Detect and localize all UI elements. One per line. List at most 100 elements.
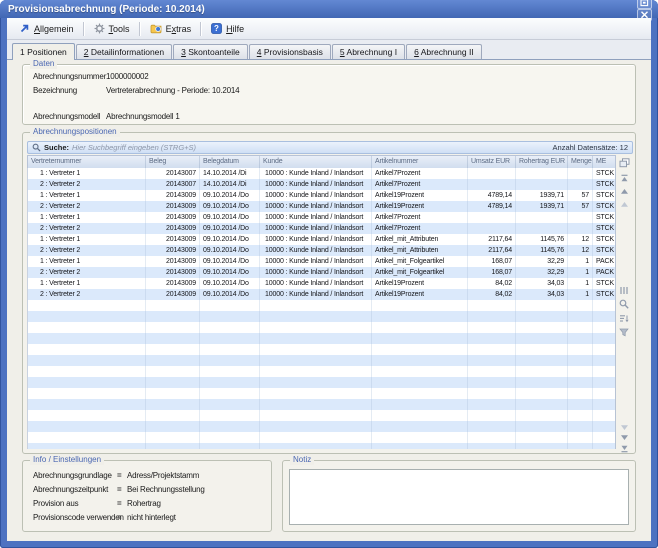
menu-item-label: Hilfe: [226, 24, 244, 34]
notiz-group: Notiz: [282, 460, 636, 532]
menu-item-extras[interactable]: Extras: [143, 21, 199, 36]
record-count-value: 12: [620, 143, 628, 152]
table-row[interactable]: 2 : Vertreter 22014300909.10.2014 /Do100…: [28, 267, 615, 278]
tab-detailinformationen[interactable]: 2 Detailinformationen: [76, 44, 172, 59]
table-empty-row: [28, 355, 615, 366]
equals-separator: =: [117, 513, 121, 522]
abrechnungsgrundlage-label: Abrechnungsgrundlage: [33, 471, 112, 480]
arrow-up-right-icon: [19, 23, 30, 34]
restore-icon: [640, 0, 649, 7]
scroll-last-icon[interactable]: [618, 442, 630, 454]
table-empty-row: [28, 366, 615, 377]
scroll-first-icon[interactable]: [618, 172, 630, 184]
column-chooser-icon[interactable]: [618, 157, 630, 169]
table-row[interactable]: 2 : Vertreter 22014300909.10.2014 /Do100…: [28, 223, 615, 234]
toolbar-separator: [139, 22, 141, 36]
table-empty-row: [28, 432, 615, 443]
abrechnungspositionen-group: Abrechnungspositionen Suche: Anzahl Date…: [22, 132, 636, 454]
tab-positionen[interactable]: 1 Positionen: [12, 43, 75, 60]
table-row[interactable]: 2 : Vertreter 22014300909.10.2014 /Do100…: [28, 289, 615, 300]
info-group-title: Info / Einstellungen: [30, 455, 104, 465]
table-empty-row: [28, 421, 615, 432]
tab-provisionsbasis[interactable]: 4 Provisionsbasis: [249, 44, 331, 59]
window-title: Provisionsabrechnung (Periode: 10.2014): [8, 4, 634, 15]
search-bar: Suche: Anzahl Datensätze: 12: [27, 141, 633, 154]
table-empty-row: [28, 443, 615, 449]
equals-separator: =: [117, 499, 121, 508]
tab-content-panel: Daten Abrechnungsnummer1000000002 Bezeich…: [7, 59, 651, 541]
toolbar-separator: [200, 22, 202, 36]
tab-skontoanteile[interactable]: 3 Skontoanteile: [173, 44, 248, 59]
toolbar: Allgemein Tools Extras? Hilfe: [7, 18, 651, 40]
table-row[interactable]: 1 : Vertreter 12014300909.10.2014 /Do100…: [28, 212, 615, 223]
table-empty-row: [28, 333, 615, 344]
notiz-group-title: Notiz: [290, 455, 314, 465]
tab-strip: 1 Positionen2 Detailinformationen3 Skont…: [7, 40, 651, 59]
menu-item-tools[interactable]: Tools: [87, 21, 137, 36]
restore-button[interactable]: [637, 0, 652, 9]
table-empty-row: [28, 300, 615, 311]
abrechnungsmodell-label: Abrechnungsmodell: [33, 112, 100, 121]
abrechnungszeitpunkt-label: Abrechnungszeitpunkt: [33, 485, 108, 494]
table-side-toolbar: [617, 155, 632, 453]
table-row[interactable]: 2 : Vertreter 22014300909.10.2014 /Do100…: [28, 201, 615, 212]
filter-icon[interactable]: [618, 326, 630, 338]
equals-separator: =: [117, 471, 121, 480]
bezeichnung-value: Vertreterabrechnung - Periode: 10.2014: [106, 86, 239, 95]
table-empty-row: [28, 377, 615, 388]
help-icon: ?: [211, 23, 222, 34]
abrechnungspositionen-group-title: Abrechnungspositionen: [30, 127, 120, 137]
abrechnungsnummer-label: Abrechnungsnummer: [33, 72, 106, 81]
abrechnungsgrundlage-value: Adress/Projektstamm: [127, 471, 199, 480]
tab-abrechnung-2[interactable]: 6 Abrechnung II: [406, 44, 482, 59]
search-icon: [32, 143, 41, 152]
toolbar-separator: [83, 22, 85, 36]
menu-item-label: Extras: [166, 24, 192, 34]
menu-item-label: Tools: [109, 24, 130, 34]
folder-ball-icon: [150, 23, 162, 34]
table-row[interactable]: 1 : Vertreter 12014300909.10.2014 /Do100…: [28, 190, 615, 201]
abrechnungsmodell-value: Abrechnungsmodell 1: [106, 112, 180, 121]
daten-group: Daten Abrechnungsnummer1000000002Bezeich…: [22, 64, 636, 125]
provisionscode-verwenden-value: nicht hinterlegt: [127, 513, 176, 522]
window-frame: Provisionsabrechnung (Periode: 10.2014) …: [0, 0, 658, 548]
table-row[interactable]: 1 : Vertreter 12014300909.10.2014 /Do100…: [28, 256, 615, 267]
table-row[interactable]: 2 : Vertreter 22014300714.10.2014 /Di100…: [28, 179, 615, 190]
equals-separator: =: [117, 485, 121, 494]
application-window: Provisionsabrechnung (Periode: 10.2014) …: [0, 0, 658, 548]
provision-aus-label: Provision aus: [33, 499, 78, 508]
table-empty-row: [28, 388, 615, 399]
record-count: Anzahl Datensätze: 12: [553, 143, 628, 152]
sort-icon[interactable]: [618, 312, 630, 324]
gear-icon: [94, 23, 105, 34]
table-row[interactable]: 1 : Vertreter 12014300714.10.2014 /Di100…: [28, 168, 615, 179]
column-grid-icon[interactable]: [618, 284, 630, 296]
record-count-label: Anzahl Datensätze:: [553, 143, 618, 152]
table-row[interactable]: 1 : Vertreter 12014300909.10.2014 /Do100…: [28, 278, 615, 289]
provisionscode-verwenden-label: Provisionscode verwenden: [33, 513, 124, 522]
provision-aus-value: Rohertrag: [127, 499, 161, 508]
search-label: Suche:: [44, 143, 69, 152]
table-empty-row: [28, 344, 615, 355]
table-row[interactable]: 1 : Vertreter 12014300909.10.2014 /Do100…: [28, 234, 615, 245]
table-empty-row: [28, 410, 615, 421]
search-input[interactable]: [72, 143, 550, 153]
info-einstellungen-group: Info / Einstellungen Abrechnungsgrundlag…: [22, 460, 272, 532]
titlebar[interactable]: Provisionsabrechnung (Periode: 10.2014): [0, 0, 658, 18]
bezeichnung-label: Bezeichnung: [33, 86, 77, 95]
daten-group-title: Daten: [30, 59, 57, 69]
menu-item-hilfe[interactable]: ? Hilfe: [204, 21, 251, 36]
table-empty-row: [28, 322, 615, 333]
menu-item-allgemein[interactable]: Allgemein: [12, 21, 81, 36]
table-empty-row: [28, 311, 615, 322]
table-row[interactable]: 2 : Vertreter 22014300909.10.2014 /Do100…: [28, 245, 615, 256]
menu-item-label: Allgemein: [34, 24, 74, 34]
zoom-icon[interactable]: [618, 298, 630, 310]
abrechnungsnummer-value: 1000000002: [106, 72, 149, 81]
notiz-textarea[interactable]: [289, 469, 629, 525]
table-empty-row: [28, 399, 615, 410]
scroll-up-icon[interactable]: [618, 185, 630, 197]
scroll-prev-icon[interactable]: [618, 198, 630, 210]
tab-abrechnung-1[interactable]: 5 Abrechnung I: [332, 44, 405, 59]
table-body: 1 : Vertreter 12014300714.10.2014 /Di100…: [27, 168, 616, 449]
